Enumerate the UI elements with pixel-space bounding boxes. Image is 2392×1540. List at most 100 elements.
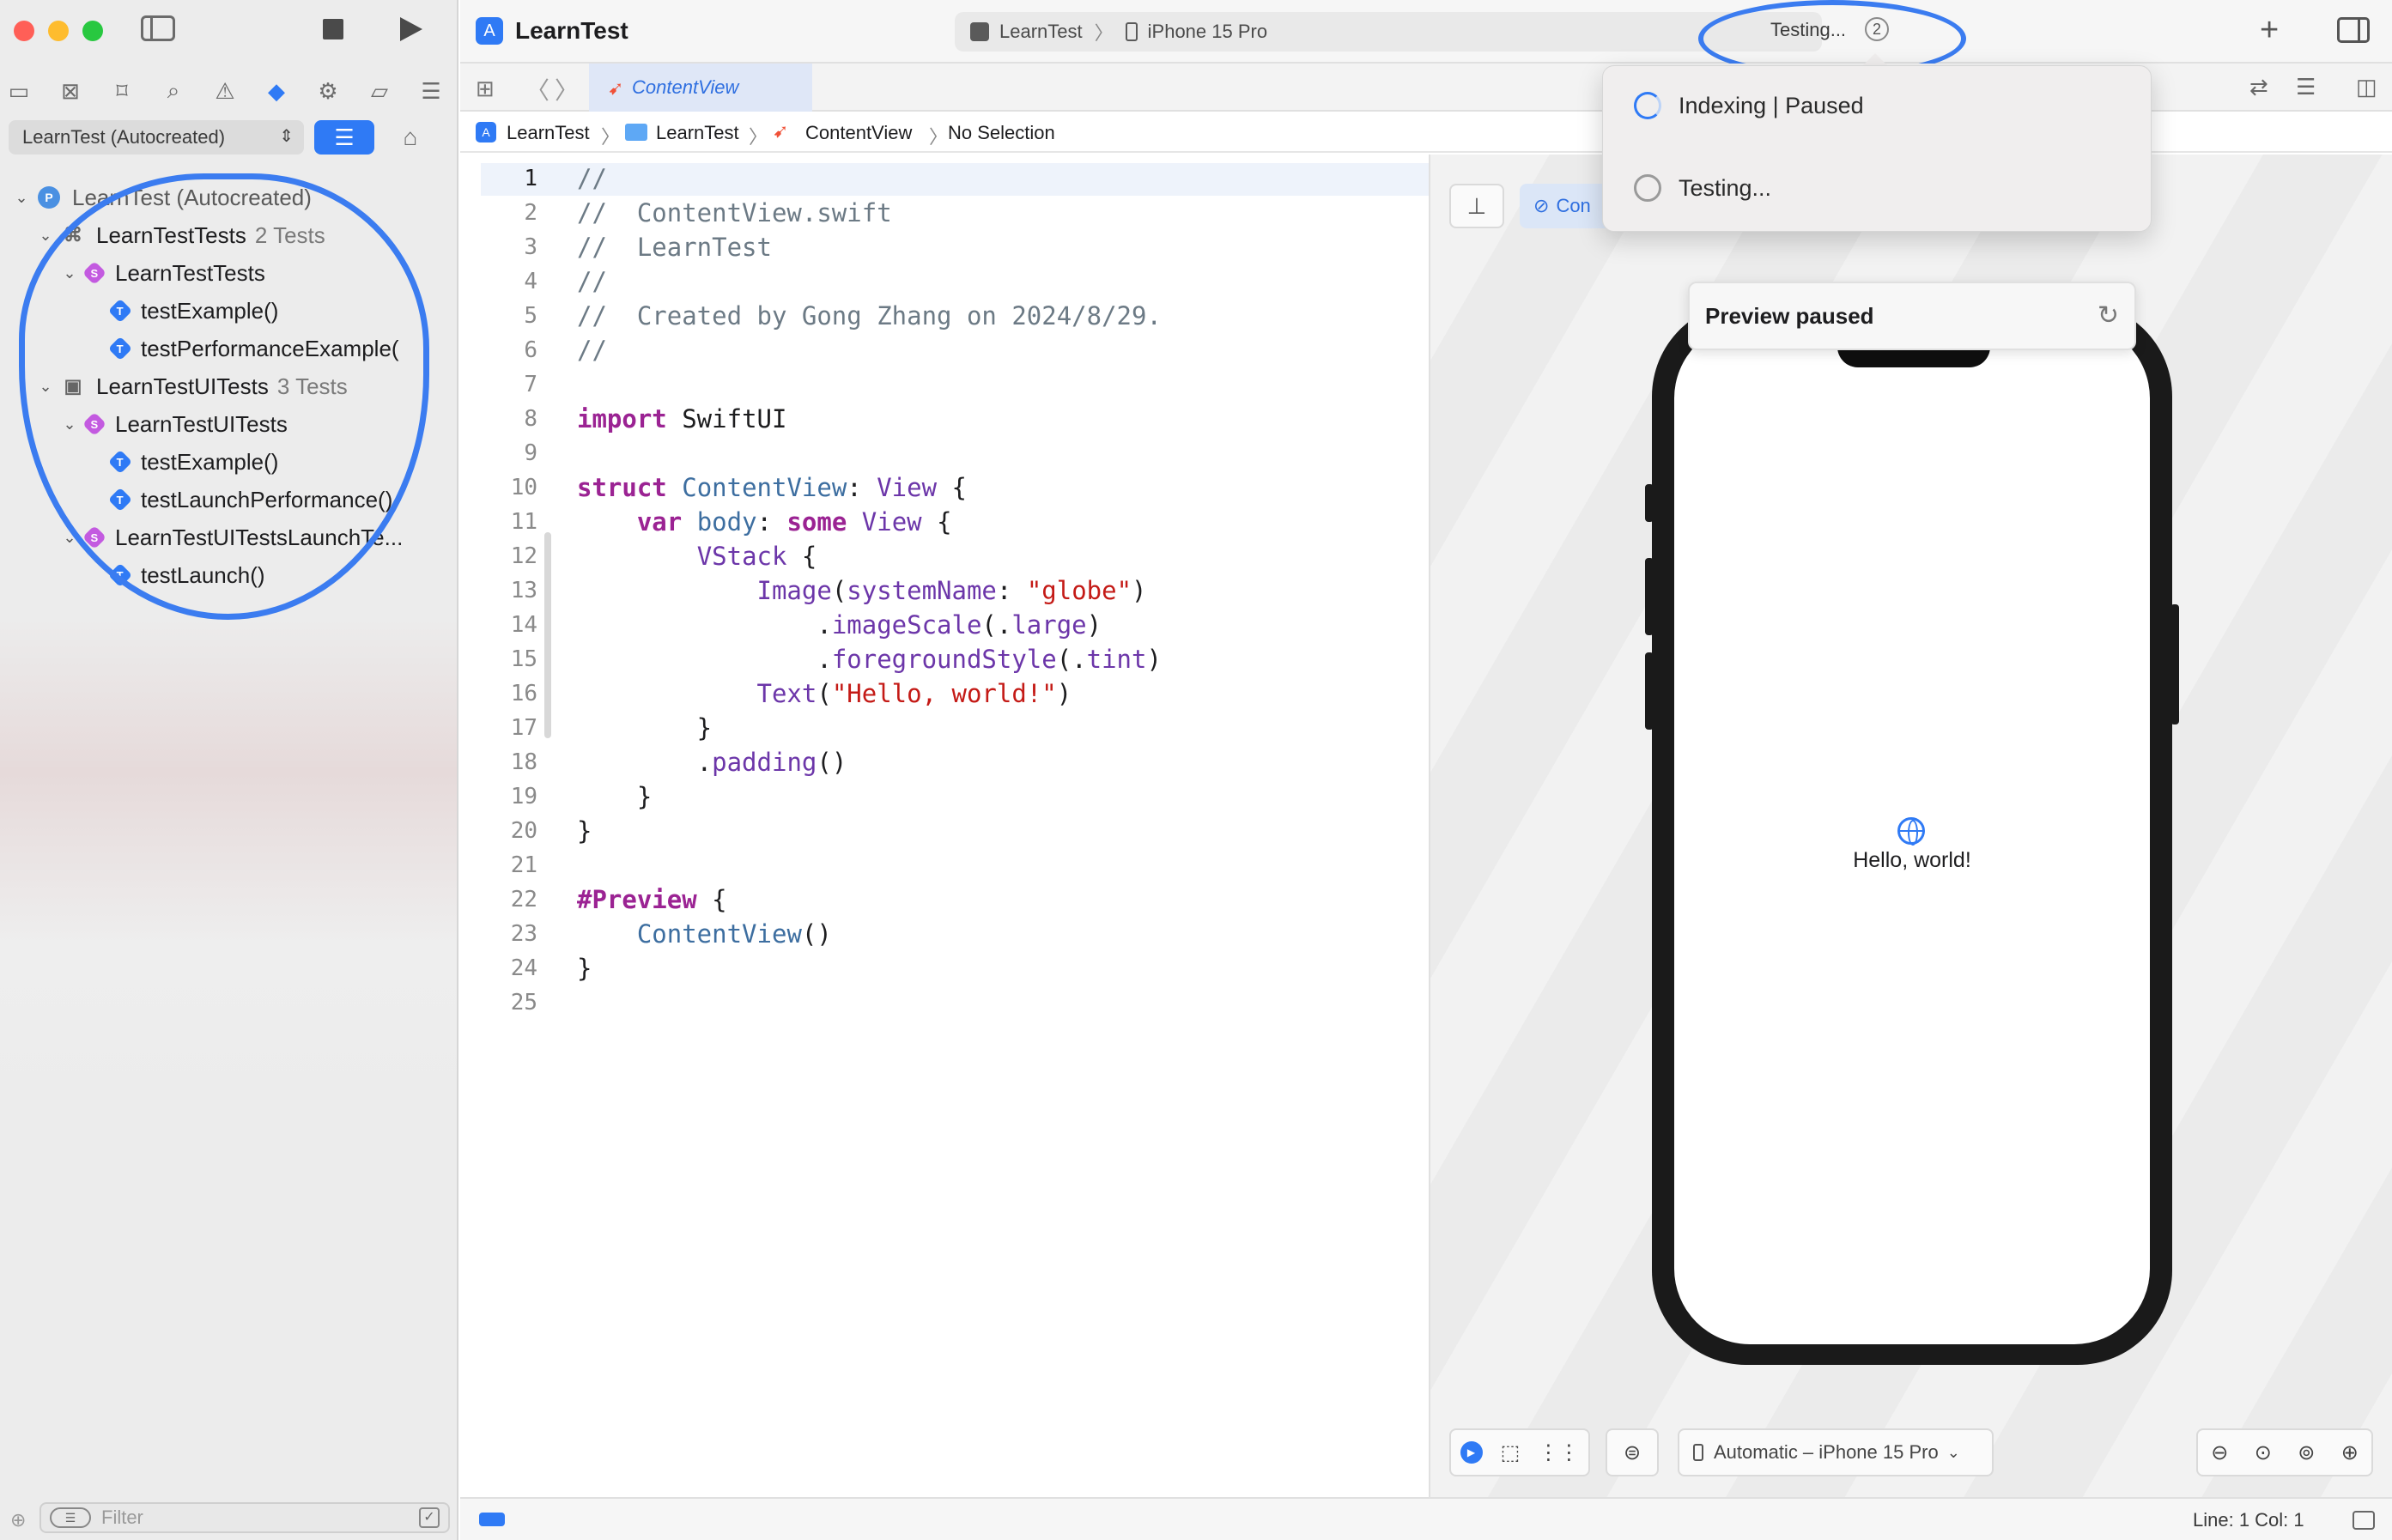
sidebar-right-icon[interactable] xyxy=(2337,17,2370,43)
code-line[interactable]: 3// LearnTest xyxy=(460,230,772,264)
source-control-icon[interactable]: ⊠ xyxy=(55,76,86,106)
tag-button[interactable]: ⌂ xyxy=(392,120,429,155)
breakpoint-icon[interactable]: ▱ xyxy=(364,76,395,106)
code-line[interactable]: 16 Text("Hello, world!") xyxy=(460,676,1072,711)
code-line[interactable]: 6// xyxy=(460,333,607,367)
zoom-in-icon[interactable]: ⊕ xyxy=(2341,1440,2359,1465)
selectable-mode-icon[interactable]: ⬚ xyxy=(1501,1440,1521,1465)
scheme-destination-bar[interactable]: LearnTest 〉 iPhone 15 Pro xyxy=(955,12,1822,52)
tab-contentview[interactable]: ➹ ContentView xyxy=(589,64,812,112)
zoom-window-button[interactable] xyxy=(82,21,103,41)
list-icon: ☰ xyxy=(334,124,355,150)
change-bar xyxy=(544,532,551,738)
code-line[interactable]: 5// Created by Gong Zhang on 2024/8/29. xyxy=(460,299,1162,333)
code-body: var body: some View { xyxy=(636,507,952,537)
code-image: Image(systemName: "globe") xyxy=(756,576,1147,605)
minimize-window-button[interactable] xyxy=(48,21,69,41)
code-line[interactable]: 18 .padding() xyxy=(460,745,847,779)
code-line[interactable]: 20} xyxy=(460,814,592,848)
live-mode-icon[interactable]: ▶ xyxy=(1460,1441,1483,1464)
activity-item-indexing[interactable]: Indexing | Paused xyxy=(1634,92,1864,119)
scheme-name[interactable]: LearnTest xyxy=(999,21,1083,43)
stop-icon[interactable] xyxy=(323,19,343,39)
progress-circle-icon xyxy=(1634,174,1661,202)
preview-variant-label: Con xyxy=(1556,195,1591,216)
chevron-right-icon: 〉 xyxy=(749,126,768,148)
variants-grid-icon[interactable]: ⋮⋮ xyxy=(1538,1440,1579,1465)
code-line[interactable]: 4// xyxy=(460,264,607,299)
toggle-navigator-icon[interactable] xyxy=(141,15,175,41)
disclosure-open-icon[interactable]: ⌄ xyxy=(12,189,31,207)
toggle-debug-area-icon[interactable] xyxy=(2353,1511,2375,1530)
code-line[interactable]: 11 var body: some View { xyxy=(460,505,952,539)
jumpbar-symbol[interactable]: No Selection xyxy=(948,122,1055,144)
code-line[interactable]: 10 struct ContentView: View { xyxy=(460,470,967,505)
cursor-position: Line: 1 Col: 1 xyxy=(2193,1509,2304,1531)
zoom-fit-icon[interactable]: ⊚ xyxy=(2298,1440,2315,1465)
code-line[interactable]: 24} xyxy=(460,951,592,985)
code-line[interactable]: 9 xyxy=(460,436,537,470)
action-button xyxy=(1645,484,1654,522)
preview-variant-button[interactable]: ⊘ Con xyxy=(1520,184,1614,228)
jumpbar-group[interactable]: LearnTest xyxy=(656,122,739,144)
test-plan-select[interactable]: LearnTest (Autocreated) ⇕ xyxy=(9,120,304,155)
add-filter-icon[interactable]: ⊕ xyxy=(10,1509,26,1531)
code-line[interactable]: 13 Image(systemName: "globe") xyxy=(460,573,1147,608)
pin-preview-button[interactable]: ⊥ xyxy=(1449,184,1504,228)
disclosure-open-icon[interactable]: ⌄ xyxy=(36,227,55,245)
code-line[interactable]: 14 .imageScale(.large) xyxy=(460,608,1102,642)
code-preview-macro: #Preview { xyxy=(577,885,727,914)
close-window-button[interactable] xyxy=(14,21,34,41)
activity-item-testing[interactable]: Testing... xyxy=(1634,174,1771,202)
zoom-actual-icon[interactable]: ⊙ xyxy=(2255,1440,2272,1465)
chevron-down-icon: ⌄ xyxy=(1946,1443,1960,1461)
filter-input[interactable]: ☰ Filter ✓ xyxy=(39,1502,450,1533)
list-view-button[interactable]: ☰ xyxy=(314,120,374,155)
scheme-icon xyxy=(970,22,989,41)
jumpbar-project[interactable]: LearnTest xyxy=(507,122,590,144)
report-icon[interactable]: ☰ xyxy=(416,76,446,106)
swap-icon[interactable]: ⇄ xyxy=(2249,74,2268,100)
forward-icon[interactable]: 〉 xyxy=(555,72,579,106)
iphone-icon xyxy=(1693,1444,1703,1461)
code-line[interactable]: 21 xyxy=(460,848,537,882)
chevron-right-icon: 〉 xyxy=(1094,22,1114,44)
test-navigator-icon[interactable]: ◆ xyxy=(261,76,292,106)
code-line[interactable]: 19 } xyxy=(460,779,653,814)
code-line[interactable]: 23 ContentView() xyxy=(460,917,832,951)
grid-icon[interactable]: ⊞ xyxy=(476,76,495,102)
jumpbar-file[interactable]: ContentView xyxy=(805,122,912,144)
debug-area-toggle-icon[interactable] xyxy=(479,1513,505,1526)
run-icon[interactable] xyxy=(400,17,422,41)
code-line[interactable]: 8 import SwiftUI xyxy=(460,402,786,436)
split-editor-icon[interactable]: ◫ xyxy=(2356,74,2377,100)
issue-icon[interactable]: ⚠ xyxy=(209,76,240,106)
folder-icon[interactable]: ▭ xyxy=(3,76,34,106)
code-line[interactable]: 7 xyxy=(460,367,537,402)
device-settings-button[interactable]: ⊜ xyxy=(1606,1428,1659,1476)
destination-name[interactable]: iPhone 15 Pro xyxy=(1148,21,1267,43)
editor-options-icon[interactable]: ☰ xyxy=(2296,74,2316,100)
plus-icon[interactable]: + xyxy=(2260,12,2279,49)
code-line[interactable]: 12 VStack { xyxy=(460,539,817,573)
code-text: Text("Hello, world!") xyxy=(756,679,1072,708)
checkbox-icon[interactable]: ✓ xyxy=(419,1507,440,1528)
zoom-out-icon[interactable]: ⊖ xyxy=(2211,1440,2228,1465)
back-icon[interactable]: 〈 xyxy=(525,72,549,106)
filter-options-icon[interactable]: ☰ xyxy=(50,1507,91,1528)
refresh-icon[interactable]: ↻ xyxy=(2098,300,2119,330)
bookmark-icon[interactable]: ⌑ xyxy=(106,76,137,106)
code-line[interactable]: 15 .foregroundStyle(.tint) xyxy=(460,642,1162,676)
find-icon[interactable]: ⌕ xyxy=(158,76,189,106)
code-line[interactable]: 17 } xyxy=(460,711,712,745)
code-line[interactable]: 22 #Preview { xyxy=(460,882,727,917)
code-line[interactable]: 25 xyxy=(460,985,537,1020)
code-line[interactable]: 2// ContentView.swift xyxy=(460,196,891,230)
power-button xyxy=(2170,604,2179,725)
tag-icon: ⌂ xyxy=(403,124,418,150)
testplan-icon: P xyxy=(38,186,60,209)
device-select[interactable]: Automatic – iPhone 15 Pro ⌄ xyxy=(1678,1428,1994,1476)
code-imagescale: .imageScale(.large) xyxy=(577,610,1102,640)
code-line[interactable]: 1// xyxy=(460,161,607,196)
debug-icon[interactable]: ⚙ xyxy=(313,76,343,106)
